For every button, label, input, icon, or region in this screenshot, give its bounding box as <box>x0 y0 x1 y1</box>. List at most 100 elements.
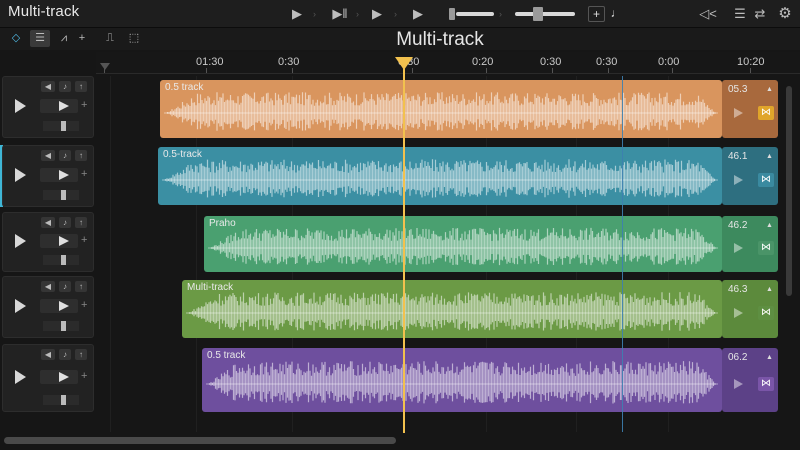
mute-icon[interactable]: ◀ <box>41 349 55 360</box>
volume-slider[interactable] <box>456 12 494 16</box>
vertical-scrollbar-thumb[interactable] <box>786 86 792 296</box>
clip-play-button[interactable] <box>734 108 743 118</box>
rewind-button[interactable]: ◁< <box>697 5 719 23</box>
clip-play-button[interactable] <box>734 175 743 185</box>
arm-icon[interactable]: ↑ <box>75 217 87 228</box>
waveform <box>164 92 718 131</box>
track-monitor-button[interactable] <box>59 236 69 246</box>
skip-back-button[interactable]: ▶ <box>291 5 303 23</box>
clip-options-icon[interactable]: ▲ <box>766 222 773 229</box>
horizontal-scrollbar-thumb[interactable] <box>4 437 396 444</box>
track-row: ◀ ♪ ↑ + 0.5 track 05.3 ▲ ⋈ <box>0 76 800 142</box>
marker-tool[interactable]: ⎍ <box>100 30 120 47</box>
track-add-icon[interactable]: + <box>81 299 87 311</box>
clip-play-button[interactable] <box>734 308 743 318</box>
ruler-tick <box>486 68 487 73</box>
clip-loop-button[interactable]: ⋈ <box>758 241 774 255</box>
track-header[interactable]: ◀ ♪ ↑ + <box>2 76 94 138</box>
audio-clip[interactable]: Multi-track <box>182 280 722 338</box>
track-play-button[interactable] <box>15 234 26 248</box>
track-monitor-button[interactable] <box>59 301 69 311</box>
audio-clip[interactable]: Praho <box>204 216 722 272</box>
timeline-ruler[interactable]: 01:30 0:30 0:30 0:20 0:30 0:30 0:00 10:2… <box>96 52 800 74</box>
audio-clip[interactable]: 0.5-track <box>158 147 722 205</box>
clip-loop-button[interactable]: ⋈ <box>758 306 774 320</box>
play-button[interactable]: ▶ <box>371 5 383 23</box>
playhead-handle[interactable] <box>395 57 413 70</box>
audio-clip[interactable]: 0.5 track <box>160 80 722 138</box>
gain-slider-knob[interactable] <box>533 7 543 21</box>
arm-icon[interactable]: ↑ <box>75 281 87 292</box>
solo-icon[interactable]: ♪ <box>59 281 71 292</box>
horizontal-scrollbar[interactable] <box>0 433 800 450</box>
select-tool[interactable]: ◇ <box>6 30 26 47</box>
track-monitor-button[interactable] <box>59 101 69 111</box>
play-pause-button[interactable]: ▶‖ <box>331 5 349 23</box>
play-forward-button[interactable]: ▶ <box>412 5 424 23</box>
separator: › <box>356 9 359 19</box>
menu-icon[interactable]: ☰ <box>733 5 747 23</box>
ruler-tick-label: 0:00 <box>658 56 680 68</box>
settings-icon[interactable]: ⚙ <box>777 5 793 23</box>
clip-options-icon[interactable]: ▲ <box>766 86 773 93</box>
add-tool[interactable]: + <box>72 30 92 47</box>
clip-loop-button[interactable]: ⋈ <box>758 377 774 391</box>
clip-loop-button[interactable]: ⋈ <box>758 106 774 120</box>
volume-slider-knob[interactable] <box>449 8 455 20</box>
playhead[interactable] <box>403 68 405 434</box>
arm-icon[interactable]: ↑ <box>75 81 87 92</box>
track-add-icon[interactable]: + <box>81 370 87 382</box>
track-header[interactable]: ◀ ♪ ↑ + <box>2 344 94 412</box>
ruler-tick <box>552 68 553 73</box>
solo-icon[interactable]: ♪ <box>59 217 71 228</box>
clip-options-icon[interactable]: ▲ <box>766 286 773 293</box>
track-pan-knob[interactable] <box>61 321 66 331</box>
audio-clip[interactable]: 0.5 track <box>202 348 722 412</box>
tempo-button[interactable]: ♩ <box>608 6 625 22</box>
separator: › <box>313 9 316 19</box>
track-add-icon[interactable]: + <box>81 168 87 180</box>
track-play-button[interactable] <box>15 99 26 113</box>
track-play-button[interactable] <box>15 370 26 384</box>
arm-icon[interactable]: ↑ <box>75 150 87 161</box>
track-add-icon[interactable]: + <box>81 234 87 246</box>
solo-icon[interactable]: ♪ <box>59 349 71 360</box>
clip-tail-panel: 46.3 ▲ ⋈ <box>722 280 778 338</box>
mute-icon[interactable]: ◀ <box>41 281 55 292</box>
view-title: Multi-track <box>396 29 484 50</box>
export-tool[interactable]: ⬚ <box>124 30 144 47</box>
swap-icon[interactable]: ⇄ <box>753 5 767 23</box>
solo-icon[interactable]: ♪ <box>59 81 71 92</box>
track-play-button[interactable] <box>15 299 26 313</box>
mute-icon[interactable]: ◀ <box>41 150 55 161</box>
solo-icon[interactable]: ♪ <box>59 150 71 161</box>
track-pan-knob[interactable] <box>61 190 66 200</box>
vertical-scrollbar[interactable] <box>786 86 792 426</box>
ruler-tick-label: 10:20 <box>737 56 765 68</box>
mute-icon[interactable]: ◀ <box>41 217 55 228</box>
clip-loop-button[interactable]: ⋈ <box>758 173 774 187</box>
mute-icon[interactable]: ◀ <box>41 81 55 92</box>
clip-options-icon[interactable]: ▲ <box>766 354 773 361</box>
gain-slider[interactable] <box>515 12 575 16</box>
clip-play-button[interactable] <box>734 243 743 253</box>
track-play-button[interactable] <box>15 168 26 182</box>
list-tool[interactable]: ☰ <box>30 30 50 47</box>
track-add-icon[interactable]: + <box>81 99 87 111</box>
clip-play-button[interactable] <box>734 379 743 389</box>
ruler-tick <box>292 68 293 73</box>
clip-options-icon[interactable]: ▲ <box>766 153 773 160</box>
track-pan-knob[interactable] <box>61 395 66 405</box>
track-pan-knob[interactable] <box>61 255 66 265</box>
track-header[interactable]: ◀ ♪ ↑ + <box>2 212 94 272</box>
track-header[interactable]: ◀ ♪ ↑ + <box>2 145 94 207</box>
track-monitor-button[interactable] <box>59 170 69 180</box>
arm-icon[interactable]: ↑ <box>75 349 87 360</box>
track-header[interactable]: ◀ ♪ ↑ + <box>2 276 94 338</box>
track-pan-knob[interactable] <box>61 121 66 131</box>
ruler-tick-label: 0:20 <box>472 56 494 68</box>
ruler-start-marker[interactable] <box>100 63 110 70</box>
add-button[interactable]: + <box>588 6 605 22</box>
track-monitor-button[interactable] <box>59 372 69 382</box>
split-tool[interactable]: ⩘ <box>54 30 74 47</box>
